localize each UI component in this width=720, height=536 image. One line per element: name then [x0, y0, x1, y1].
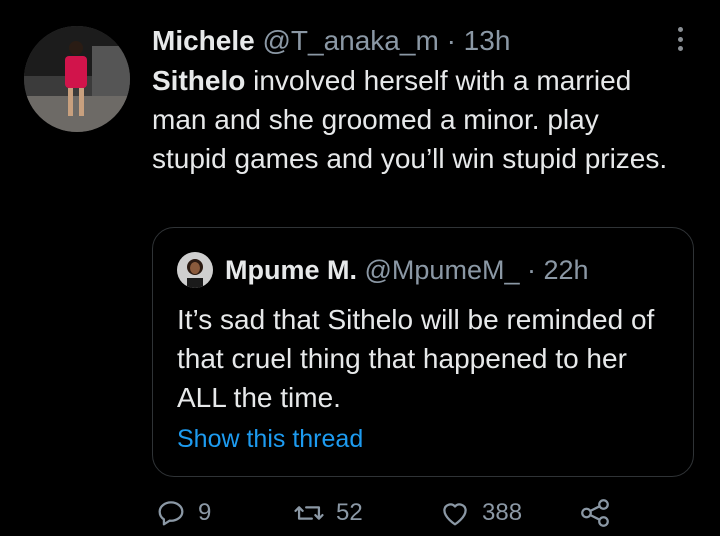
quote-handle[interactable]: @MpumeM_: [365, 255, 520, 285]
handle[interactable]: @T_anaka_m: [262, 25, 438, 56]
tweet-header: Michele @T_anaka_m · 13h: [152, 24, 510, 58]
avatar-photo: [24, 26, 130, 132]
retweet-button[interactable]: 52: [292, 496, 363, 530]
tweet-text: Sithelo involved herself with a married …: [152, 61, 672, 178]
quote-header: Mpume M. @MpumeM_ · 22h: [225, 252, 589, 288]
like-button[interactable]: 388: [438, 496, 522, 530]
quoted-tweet[interactable]: Mpume M. @MpumeM_ · 22h It’s sad that Si…: [152, 227, 694, 477]
show-thread-link[interactable]: Show this thread: [177, 423, 363, 455]
reply-icon: [158, 501, 184, 526]
like-count: 388: [482, 499, 523, 526]
retweet-count: 52: [336, 499, 363, 526]
timestamp[interactable]: 13h: [464, 25, 511, 56]
share-icon: [581, 499, 609, 527]
share-button[interactable]: [578, 496, 612, 530]
separator: ·: [446, 25, 456, 56]
retweet-icon: [294, 506, 324, 520]
quote-avatar-photo: [177, 252, 213, 288]
heart-icon: [443, 503, 467, 526]
mention-text: Sithelo: [152, 65, 246, 96]
reply-button[interactable]: 9: [154, 496, 211, 530]
quote-display-name[interactable]: Mpume M.: [225, 255, 357, 285]
quote-avatar[interactable]: [177, 252, 213, 288]
display-name[interactable]: Michele: [152, 25, 255, 56]
reply-count: 9: [198, 499, 212, 526]
quote-timestamp[interactable]: 22h: [544, 255, 589, 285]
avatar[interactable]: [24, 26, 130, 132]
quote-text: It’s sad that Sithelo will be reminded o…: [177, 304, 655, 413]
more-vertical-icon[interactable]: [668, 24, 692, 54]
action-bar: 9 52 388: [152, 496, 622, 536]
quote-separator: ·: [526, 255, 536, 285]
